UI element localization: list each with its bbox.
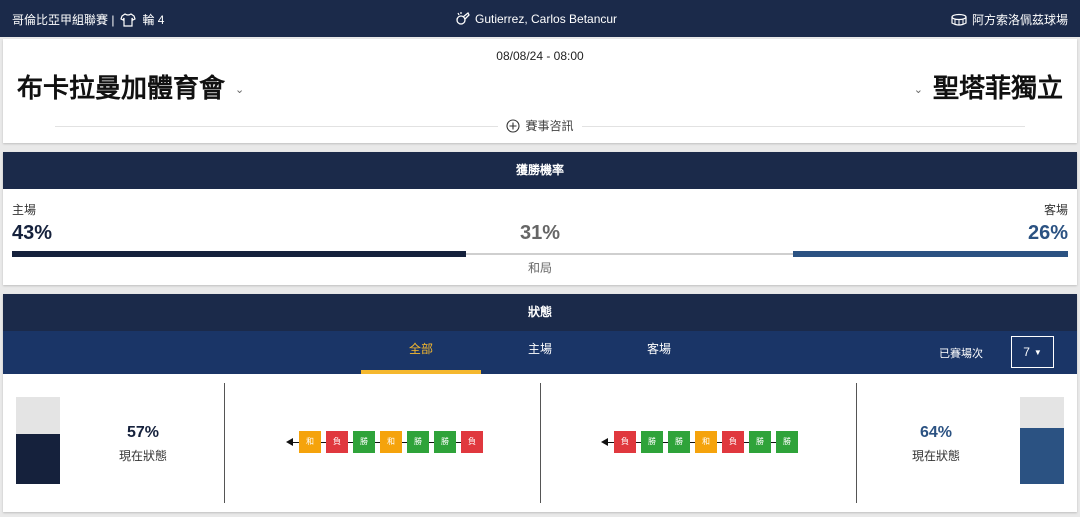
home-win-bar [12, 251, 467, 257]
result-badge[interactable]: 和 [695, 431, 717, 453]
home-label: 主場 [12, 203, 37, 217]
tab-home[interactable]: 主場 [480, 331, 600, 374]
matches-played-select[interactable]: 7 ▼ [1011, 336, 1054, 368]
away-form-gauge [1020, 397, 1064, 484]
home-form-gauge [16, 397, 60, 484]
divider [224, 383, 225, 503]
result-badge[interactable]: 負 [461, 431, 483, 453]
away-win-bar [793, 251, 1068, 257]
result-badge[interactable]: 勝 [353, 431, 375, 453]
match-header: 08/08/24 - 08:00 布卡拉曼加體育會 ⌄ ⌄ 聖塔菲獨立 賽事咨訊 [3, 39, 1077, 143]
chevron-down-icon: ⌄ [913, 84, 923, 96]
match-info-label: 賽事咨訊 [525, 119, 574, 133]
result-badge[interactable]: 勝 [407, 431, 429, 453]
matches-played-value: 7 [1023, 345, 1030, 359]
result-badge[interactable]: 勝 [641, 431, 663, 453]
venue-name[interactable]: 阿方索洛佩茲球場 [972, 11, 1068, 28]
win-probability-title: 獲勝機率 [3, 152, 1077, 189]
result-badge[interactable]: 勝 [434, 431, 456, 453]
result-badge[interactable]: 勝 [749, 431, 771, 453]
draw-bar [466, 253, 794, 255]
stadium-icon [951, 13, 967, 27]
draw-pct: 31% [519, 222, 561, 244]
plus-circle-icon [506, 118, 521, 133]
jersey-icon [120, 12, 137, 27]
home-team[interactable]: 布卡拉曼加體育會 ⌄ [17, 68, 244, 105]
match-datetime: 08/08/24 - 08:00 [496, 49, 584, 63]
away-form-pct: 64% [919, 424, 953, 441]
away-form-caption: 現在狀態 [911, 449, 960, 463]
home-results-sequence: 和負勝和勝勝負 [286, 431, 483, 453]
home-form-fill [16, 434, 60, 484]
form-title: 狀態 [3, 294, 1077, 331]
home-team-name: 布卡拉曼加體育會 [17, 73, 226, 103]
tab-away[interactable]: 客場 [599, 331, 719, 374]
away-team[interactable]: ⌄ 聖塔菲獨立 [914, 68, 1063, 105]
arrow-left-icon [601, 438, 608, 446]
referee-name: Gutierrez, Carlos Betancur [475, 11, 618, 26]
round-label: 輪 4 [142, 13, 165, 27]
form-card: 狀態 全部 主場 客場 已賽場次 7 ▼ 57% 現在狀態 和負勝和勝勝負 負勝… [3, 294, 1077, 512]
result-badge[interactable]: 負 [722, 431, 744, 453]
result-badge[interactable]: 負 [326, 431, 348, 453]
home-form-caption: 現在狀態 [118, 449, 167, 463]
tab-all[interactable]: 全部 [361, 331, 481, 374]
matches-played-label: 已賽場次 [939, 348, 983, 360]
home-form-pct: 57% [126, 424, 160, 441]
away-form-fill [1020, 428, 1064, 484]
win-probability-card: 獲勝機率 主場 客場 43% 31% 26% 和局 [3, 152, 1077, 285]
chevron-down-icon: ⌄ [235, 84, 245, 96]
divider [540, 383, 541, 503]
away-team-name: 聖塔菲獨立 [932, 73, 1063, 103]
league-name[interactable]: 哥倫比亞甲組聯賽 | [12, 11, 114, 28]
whistle-icon [455, 11, 470, 26]
divider [856, 383, 857, 503]
result-badge[interactable]: 負 [614, 431, 636, 453]
result-badge[interactable]: 勝 [776, 431, 798, 453]
away-results-sequence: 負勝勝和負勝勝 [601, 431, 798, 453]
form-tabs: 全部 主場 客場 已賽場次 7 ▼ [3, 331, 1077, 374]
result-badge[interactable]: 和 [380, 431, 402, 453]
match-info-button[interactable]: 賽事咨訊 [498, 117, 582, 134]
away-win-pct: 26% [1027, 222, 1068, 244]
caret-down-icon: ▼ [1033, 347, 1042, 357]
away-label: 客場 [1043, 203, 1068, 217]
arrow-left-icon [286, 438, 293, 446]
result-badge[interactable]: 勝 [668, 431, 690, 453]
draw-label: 和局 [527, 261, 552, 275]
result-badge[interactable]: 和 [299, 431, 321, 453]
top-bar: 哥倫比亞甲組聯賽 | 輪 4 Gutierrez, Carlos Betancu… [0, 0, 1080, 37]
